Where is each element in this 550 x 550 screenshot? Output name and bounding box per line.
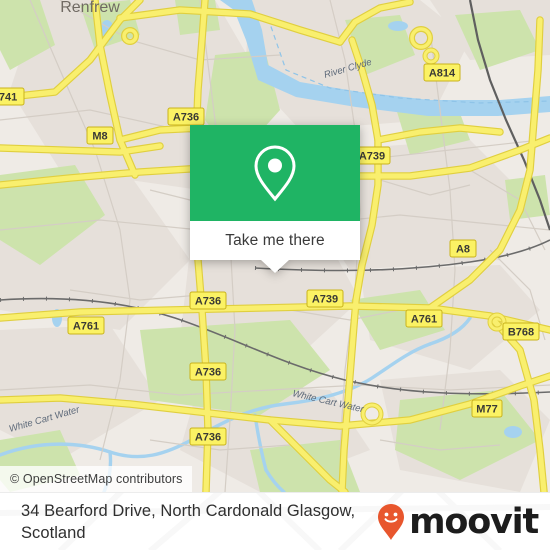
footer-bar: 34 Bearford Drive, North Cardonald Glasg…: [0, 492, 550, 550]
road-shield-a736-bottom: A736: [189, 427, 227, 446]
svg-text:B768: B768: [508, 326, 534, 338]
road-shield-a761-left: A761: [67, 316, 105, 335]
address-label: 34 Bearford Drive, North Cardonald Glasg…: [21, 501, 356, 542]
svg-text:A761: A761: [411, 313, 437, 325]
road-shield-a761-right: A761: [405, 309, 443, 328]
map-pin-icon: [254, 145, 296, 202]
road-shield-a8: A8: [449, 239, 477, 258]
popup-action-row[interactable]: Take me there: [190, 221, 360, 260]
road-shield-b768: B768: [502, 322, 540, 341]
moovit-pin-smile-icon: [378, 503, 405, 540]
svg-text:741: 741: [0, 91, 17, 103]
svg-text:A736: A736: [195, 295, 221, 307]
popup-header: [190, 125, 360, 221]
svg-text:A736: A736: [173, 111, 199, 123]
place-label-renfrew: Renfrew: [60, 0, 120, 16]
road-shield-a736-lower: A736: [189, 362, 227, 381]
map-attribution[interactable]: © OpenStreetMap contributors: [0, 466, 192, 492]
take-me-there-label: Take me there: [225, 231, 325, 249]
svg-text:A739: A739: [359, 150, 385, 162]
road-shield-m8: M8: [86, 126, 114, 145]
svg-text:M8: M8: [92, 130, 107, 142]
svg-text:A736: A736: [195, 431, 221, 443]
road-shield-a739-mid: A739: [306, 289, 344, 308]
road-shield-a736-top: A736: [167, 107, 205, 126]
svg-text:A739: A739: [312, 293, 338, 305]
map-place-labels: Renfrew: [60, 0, 120, 16]
popup-tail-pointer: [261, 260, 289, 273]
road-shield-741: 741: [0, 87, 25, 106]
attribution-text: © OpenStreetMap contributors: [10, 472, 183, 486]
road-shield-a736-mid: A736: [189, 291, 227, 310]
location-popup-card[interactable]: Take me there: [190, 125, 360, 273]
svg-text:M77: M77: [476, 403, 497, 415]
road-shield-m77: M77: [471, 399, 503, 418]
svg-text:A814: A814: [429, 67, 456, 79]
svg-text:A8: A8: [456, 243, 470, 255]
road-shield-a814: A814: [423, 63, 461, 82]
moovit-logo[interactable]: moovit: [376, 501, 539, 542]
svg-text:A761: A761: [73, 320, 99, 332]
svg-text:A736: A736: [195, 366, 221, 378]
screenshot-root: Renfrew River Clyde White Cart Water Whi…: [0, 0, 550, 550]
moovit-wordmark: moovit: [409, 501, 539, 542]
